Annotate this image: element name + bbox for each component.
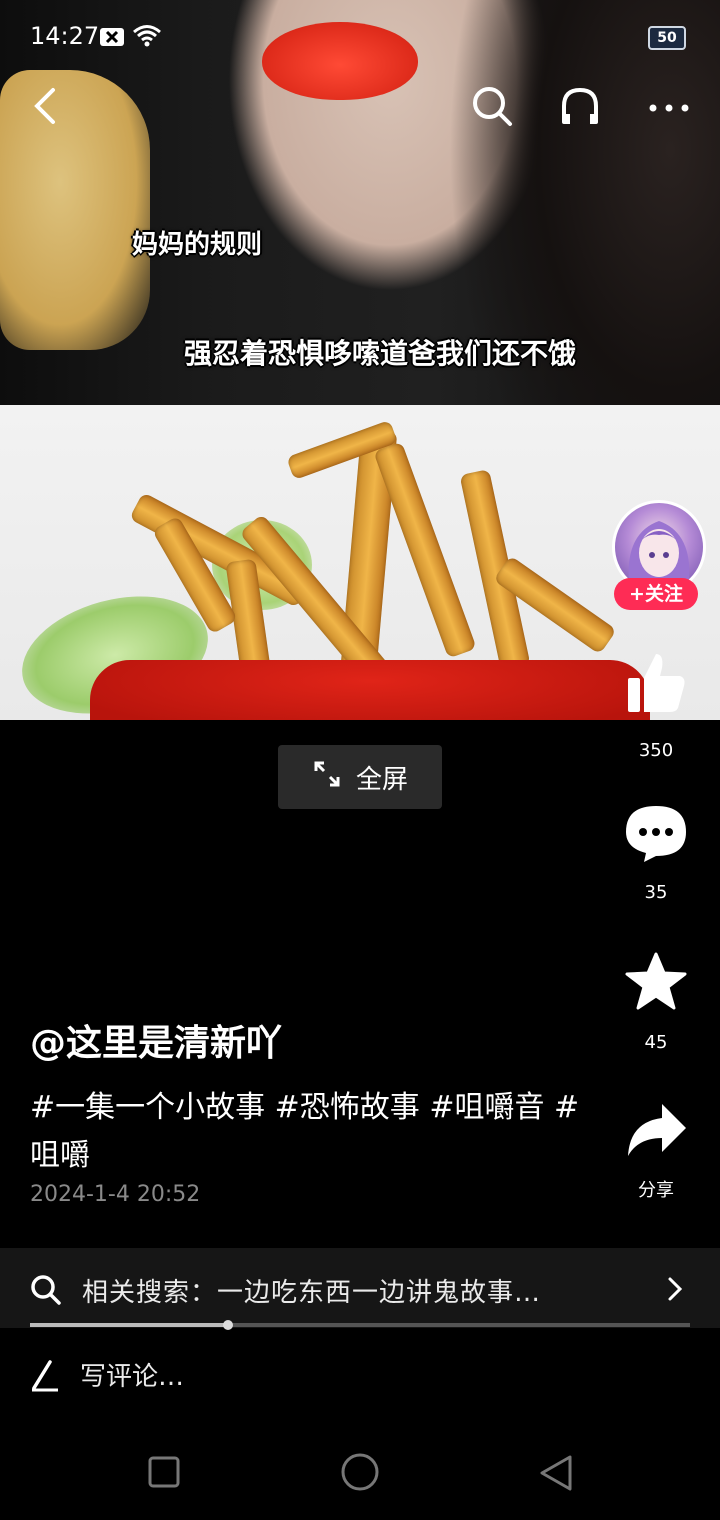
video-progress-bar[interactable] [30, 1320, 690, 1330]
author-name[interactable]: @这里是清新吖 [30, 1014, 282, 1066]
video-frame-sauce [90, 660, 650, 720]
back-button[interactable] [22, 86, 66, 130]
share-arrow-icon [624, 1104, 688, 1164]
system-nav-bar [0, 1430, 720, 1520]
search-button[interactable] [470, 86, 514, 130]
recent-apps-button[interactable] [148, 1456, 180, 1492]
headphones-icon [558, 84, 602, 132]
video-progress-fill [30, 1323, 228, 1327]
wifi-icon [132, 24, 162, 52]
fullscreen-label: 全屏 [355, 764, 408, 795]
comment-placeholder: 写评论… [80, 1362, 185, 1392]
related-search-bar[interactable]: 相关搜索：一边吃东西一边讲鬼故事… [0, 1248, 720, 1328]
comment-button[interactable]: 35 [620, 802, 692, 903]
more-icon [647, 99, 691, 118]
search-icon [470, 84, 514, 132]
status-time: 14:27 [30, 22, 100, 50]
notification-icon [100, 28, 124, 46]
like-count: 350 [638, 740, 674, 761]
thumbs-up-icon [624, 654, 688, 720]
pencil-icon [30, 1358, 60, 1399]
post-description[interactable]: #一集一个小故事 #恐怖故事 #咀嚼音 #咀嚼 [30, 1084, 590, 1180]
related-search-text: 相关搜索：一边吃东西一边讲鬼故事… [82, 1278, 542, 1308]
home-button[interactable] [340, 1452, 380, 1496]
back-nav-button[interactable] [538, 1454, 574, 1496]
like-button[interactable]: 350 [620, 650, 692, 761]
star-icon [624, 952, 688, 1018]
status-bar: 14:27 50 [0, 0, 720, 70]
post-date: 2024-1-4 20:52 [30, 1182, 201, 1207]
comment-count: 35 [644, 882, 668, 903]
follow-button[interactable]: +关注 [614, 578, 698, 610]
expand-icon [312, 759, 342, 796]
video-caption-2: 强忍着恐惧哆嗦道爸我们还不饿 [184, 337, 577, 370]
comment-input[interactable]: 写评论… [30, 1356, 430, 1396]
search-icon [30, 1274, 62, 1310]
favorite-button[interactable]: 45 [620, 950, 692, 1053]
video-player[interactable]: 妈妈的规则 强忍着恐惧哆嗦道爸我们还不饿 [0, 0, 720, 720]
video-progress-handle[interactable] [223, 1320, 233, 1330]
more-button[interactable] [646, 86, 692, 130]
chevron-right-icon [666, 1276, 684, 1306]
video-caption-1: 妈妈的规则 [132, 230, 263, 260]
fullscreen-button[interactable]: 全屏 [278, 745, 442, 809]
favorite-count: 45 [644, 1032, 668, 1053]
comment-bubble-icon [624, 806, 688, 868]
share-label: 分享 [638, 1180, 674, 1201]
share-button[interactable]: 分享 [620, 1100, 692, 1202]
listen-button[interactable] [558, 86, 602, 130]
battery-indicator: 50 [648, 26, 686, 50]
chevron-left-icon [29, 86, 59, 130]
